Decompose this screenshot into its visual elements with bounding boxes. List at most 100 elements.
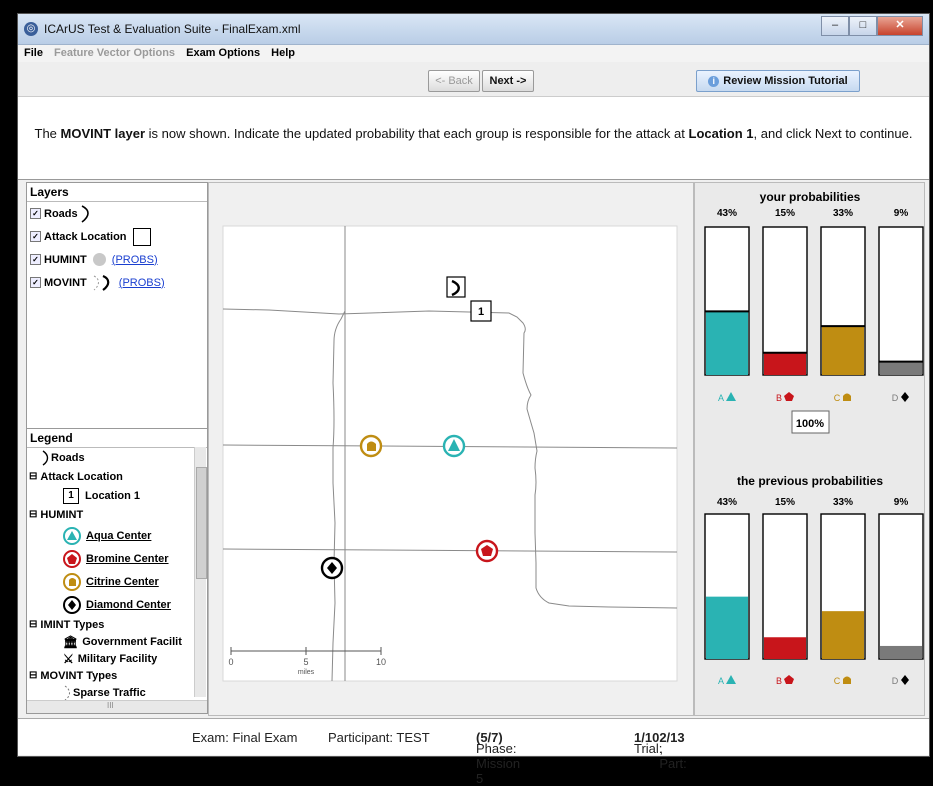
military-facility-icon: ⚔ <box>63 651 74 666</box>
citrine-drop-icon <box>63 572 81 591</box>
review-tutorial-button[interactable]: i Review Mission Tutorial <box>696 70 860 92</box>
attack-location-checkbox[interactable]: ✓ <box>30 231 41 242</box>
diamond-icon <box>63 595 81 614</box>
prev-percent-label-c: 33% <box>833 497 853 508</box>
menu-file[interactable]: File <box>24 47 43 59</box>
window-title: ICArUS Test & Evaluation Suite - FinalEx… <box>44 22 301 36</box>
legend-header: Legend <box>27 429 207 448</box>
legend-horizontal-scrollbar[interactable]: III <box>27 700 207 713</box>
legend-movint-types[interactable]: ⊟ MOVINT Types <box>27 667 207 684</box>
app-icon: ◎ <box>24 22 38 36</box>
your-group-letter-d: D <box>892 393 899 403</box>
legend-location-1: 1 Location 1 <box>27 486 207 505</box>
diamond-icon <box>901 675 909 685</box>
bromine-center-marker[interactable] <box>475 539 499 563</box>
government-building-icon: 🏛 <box>63 634 79 649</box>
probabilities-chart[interactable]: your probabilities the previous probabil… <box>695 183 924 715</box>
layer-roads[interactable]: ✓ Roads <box>27 202 207 225</box>
movint-traffic-marker[interactable] <box>446 276 466 298</box>
triangle-icon <box>726 392 736 401</box>
prev-bar-fill-c <box>822 611 864 659</box>
movint-probs-link[interactable]: (PROBS) <box>119 277 165 289</box>
back-button[interactable]: <- Back <box>428 70 480 92</box>
scale-tick-0: 0 <box>228 657 233 667</box>
prev-group-letter-c: C <box>834 676 841 686</box>
citrine-center-marker[interactable] <box>359 434 383 458</box>
your-bar-fill-c[interactable] <box>822 326 864 375</box>
your-bar-fill-d[interactable] <box>880 361 922 375</box>
layer-attack-location[interactable]: ✓ Attack Location <box>27 225 207 248</box>
collapse-icon[interactable]: ⊟ <box>29 471 37 482</box>
layers-panel: Layers ✓ Roads ✓ Attack Location ✓ HUMINT (… <box>26 182 208 430</box>
your-bar-fill-b[interactable] <box>764 352 806 375</box>
diamond-center-marker[interactable] <box>320 556 344 580</box>
scale-tick-5: 5 <box>303 657 308 667</box>
aqua-center-marker[interactable] <box>442 434 466 458</box>
movint-traffic-icon <box>93 274 110 291</box>
your-bar-fill-a[interactable] <box>706 311 748 375</box>
humint-checkbox[interactable]: ✓ <box>30 254 41 265</box>
road-icon <box>81 204 89 223</box>
prev-bar-fill-a <box>706 596 748 659</box>
previous-probabilities-title: the previous probabilities <box>737 474 883 488</box>
legend-vertical-scrollbar[interactable] <box>194 447 207 697</box>
pentagon-icon <box>784 675 794 684</box>
your-group-letter-b: B <box>776 393 782 403</box>
prev-bar-fill-b <box>764 637 806 659</box>
aqua-triangle-icon <box>63 526 81 545</box>
legend-roads: Roads <box>27 448 207 467</box>
legend-attack-location[interactable]: ⊟ Attack Location <box>27 467 207 486</box>
map-canvas[interactable]: 0 5 10 miles 1 <box>209 183 693 715</box>
collapse-icon[interactable]: ⊟ <box>29 509 37 520</box>
prev-percent-label-d: 9% <box>894 497 909 508</box>
instruction-text: The MOVINT layer is now shown. Indicate … <box>34 126 913 141</box>
bromine-pentagon-icon <box>63 549 81 568</box>
probabilities-panel: your probabilities the previous probabil… <box>694 182 925 716</box>
menu-help[interactable]: Help <box>271 47 295 59</box>
total-percentage: 100% <box>796 418 824 430</box>
status-phase: Phase: Mission 5 (5/7) <box>476 730 521 786</box>
prev-bar-frame-d <box>878 513 924 660</box>
your-bar-frame-d[interactable] <box>878 226 924 376</box>
close-button[interactable]: ✕ <box>877 16 923 36</box>
your-probabilities-title: your probabilities <box>760 190 861 204</box>
map-area[interactable]: 0 5 10 miles 1 <box>208 182 694 716</box>
collapse-icon[interactable]: ⊟ <box>29 670 37 681</box>
prev-group-letter-a: A <box>718 676 724 686</box>
triangle-icon <box>726 675 736 684</box>
scroll-grip-icon: III <box>107 701 114 710</box>
scale-unit: miles <box>298 669 315 676</box>
menu-feature-vector-options[interactable]: Feature Vector Options <box>54 47 175 59</box>
your-percent-label-a: 43% <box>717 208 737 219</box>
your-percent-label-b: 15% <box>775 208 795 219</box>
drop-icon <box>843 393 851 401</box>
legend-government-facility: 🏛 Government Facilit <box>63 634 182 649</box>
roads-checkbox[interactable]: ✓ <box>30 208 41 219</box>
next-button[interactable]: Next -> <box>482 70 534 92</box>
legend-panel: Legend Roads ⊟ Attack Location 1 Location… <box>26 428 208 714</box>
humint-probs-link[interactable]: (PROBS) <box>112 254 158 266</box>
legend-sparse-traffic: Sparse Traffic <box>27 684 207 701</box>
app-window: ◎ ICArUS Test & Evaluation Suite - Final… <box>17 13 930 786</box>
movint-checkbox[interactable]: ✓ <box>30 277 41 288</box>
layer-movint[interactable]: ✓ MOVINT (PROBS) <box>27 271 207 294</box>
road-icon <box>42 449 49 466</box>
legend-diamond-center: Diamond Center <box>27 593 207 616</box>
legend-imint-types[interactable]: ⊟ IMINT Types <box>27 616 207 633</box>
collapse-icon[interactable]: ⊟ <box>29 619 37 630</box>
scroll-thumb[interactable] <box>196 467 207 579</box>
location-marker-icon: 1 <box>63 487 79 504</box>
status-exam: Exam: Final Exam <box>192 730 298 745</box>
minimize-button[interactable]: – <box>821 16 849 36</box>
legend-military-facility: ⚔ Military Facility <box>63 651 158 666</box>
layer-humint[interactable]: ✓ HUMINT (PROBS) <box>27 248 207 271</box>
your-percent-label-d: 9% <box>894 208 909 219</box>
attack-location-marker[interactable]: 1 <box>470 300 492 322</box>
drop-icon <box>843 676 851 684</box>
menu-exam-options[interactable]: Exam Options <box>186 47 260 59</box>
prev-group-letter-d: D <box>892 676 899 686</box>
legend-humint[interactable]: ⊟ HUMINT <box>27 505 207 524</box>
your-percent-label-c: 33% <box>833 208 853 219</box>
layers-header: Layers <box>27 183 207 202</box>
maximize-button[interactable]: □ <box>849 16 877 36</box>
